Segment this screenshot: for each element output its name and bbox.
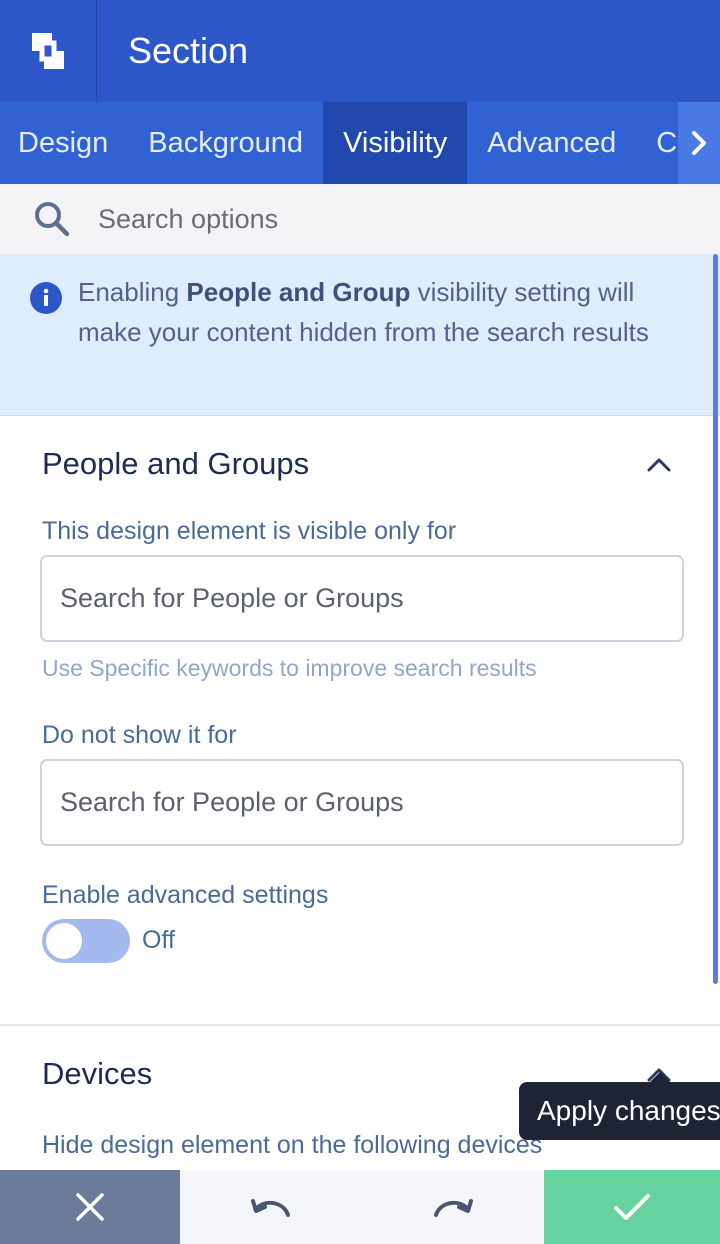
undo-icon bbox=[251, 1199, 290, 1217]
apply-button[interactable] bbox=[544, 1170, 720, 1244]
search-icon bbox=[32, 199, 72, 239]
search-hint: Use Specific keywords to improve search … bbox=[42, 655, 537, 681]
toggle-knob bbox=[46, 923, 82, 959]
visible-for-label: This design element is visible only for bbox=[42, 517, 457, 545]
advanced-settings-label: Enable advanced settings bbox=[42, 881, 329, 909]
footer-toolbar bbox=[0, 1170, 720, 1244]
chevron-right-icon[interactable] bbox=[678, 102, 720, 184]
section-title-devices: Devices bbox=[42, 1056, 153, 1091]
redo-icon bbox=[434, 1199, 473, 1217]
apply-tooltip: Apply changes bbox=[519, 1082, 720, 1140]
hide-for-label: Do not show it for bbox=[42, 721, 237, 749]
info-icon bbox=[30, 282, 62, 319]
advanced-settings-toggle[interactable] bbox=[42, 919, 130, 963]
scrollbar[interactable] bbox=[713, 254, 718, 984]
visible-for-input[interactable]: Search for People or Groups bbox=[40, 555, 684, 642]
options-search[interactable]: Search options bbox=[0, 184, 720, 254]
tab-bar: Design Background Visibility Advanced C bbox=[0, 102, 720, 184]
chevron-up-icon[interactable] bbox=[646, 452, 672, 478]
close-icon bbox=[76, 1193, 104, 1221]
redo-button[interactable] bbox=[362, 1170, 544, 1244]
toggle-state-text: Off bbox=[142, 926, 175, 954]
hide-for-input[interactable]: Search for People or Groups bbox=[40, 759, 684, 846]
tooltip-caret bbox=[650, 1072, 670, 1082]
info-bold-text: People and Group bbox=[186, 277, 411, 307]
panel-header: Section bbox=[0, 0, 720, 102]
checkmark-icon bbox=[614, 1194, 650, 1220]
section-title-people-groups: People and Groups bbox=[42, 446, 310, 481]
panel-title: Section bbox=[128, 30, 249, 71]
search-input[interactable]: Search options bbox=[98, 204, 278, 235]
tab-design[interactable]: Design bbox=[0, 102, 128, 184]
devices-label: Hide design element on the following dev… bbox=[42, 1131, 543, 1159]
builder-logo-icon[interactable] bbox=[0, 0, 97, 102]
tab-visibility[interactable]: Visibility bbox=[323, 102, 468, 184]
tab-background[interactable]: Background bbox=[128, 102, 323, 184]
section-divider bbox=[0, 1024, 720, 1026]
undo-button[interactable] bbox=[180, 1170, 362, 1244]
cancel-button[interactable] bbox=[0, 1170, 180, 1244]
tab-advanced[interactable]: Advanced bbox=[467, 102, 636, 184]
info-text: Enabling People and Group visibility set… bbox=[78, 277, 649, 347]
